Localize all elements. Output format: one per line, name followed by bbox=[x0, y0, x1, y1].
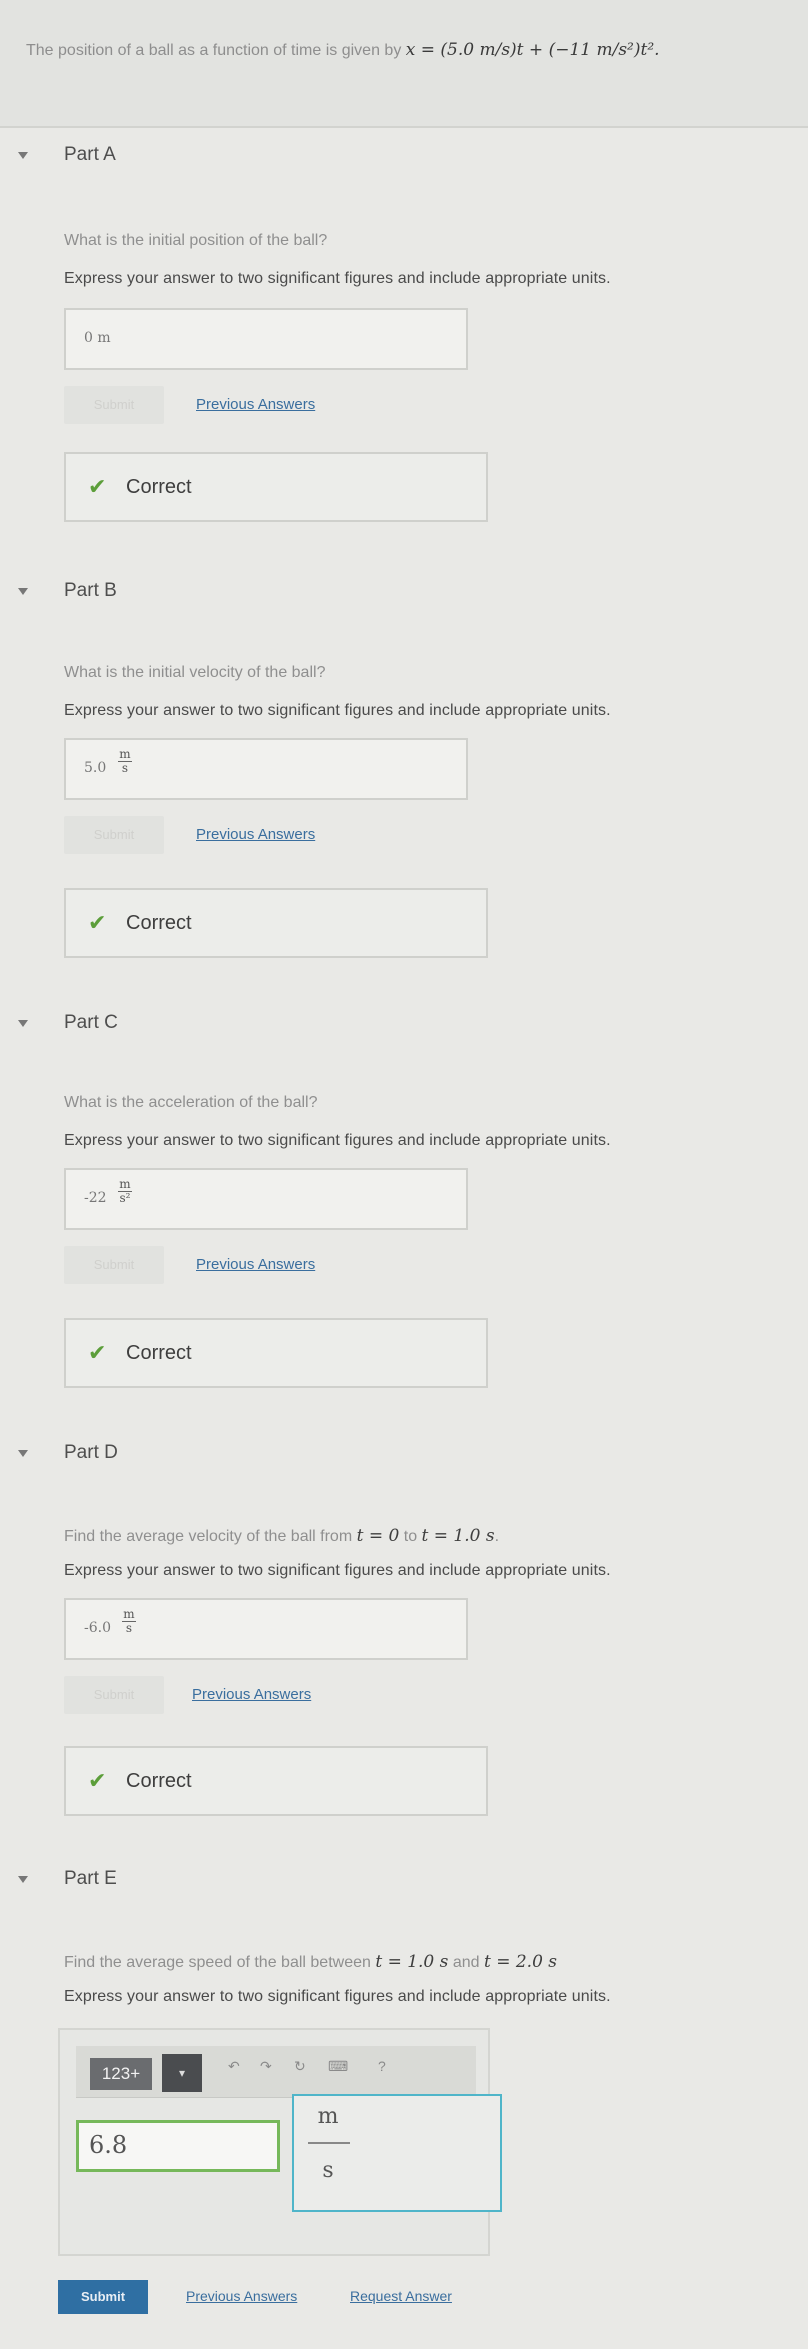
question-math: t = 2.0 s bbox=[483, 1952, 558, 1972]
instruction-text: Express your answer to two significant f… bbox=[64, 1988, 611, 2005]
instruction-text: Express your answer to two significant f… bbox=[64, 1132, 611, 1149]
part-title: Part A bbox=[64, 144, 116, 165]
submit-button[interactable]: Submit bbox=[64, 1246, 164, 1284]
question-text: What is the acceleration of the ball? bbox=[64, 1094, 318, 1111]
checkmark-icon: ✔ bbox=[88, 474, 107, 499]
answer-display: 5.0 m s bbox=[64, 738, 468, 800]
question-suffix: . bbox=[494, 1528, 500, 1545]
checkmark-icon: ✔ bbox=[88, 1768, 107, 1793]
previous-answers-link[interactable]: Previous Answers bbox=[186, 2288, 297, 2304]
units-input[interactable]: m s bbox=[292, 2094, 502, 2212]
redo-icon[interactable]: ↷ bbox=[260, 2058, 272, 2075]
feedback-correct: ✔ Correct bbox=[64, 1318, 488, 1388]
feedback-text: Correct bbox=[126, 1770, 192, 1792]
part-a-header[interactable]: Part A bbox=[0, 140, 808, 174]
answer-display: -22 m s² bbox=[64, 1168, 468, 1230]
feedback-text: Correct bbox=[126, 476, 192, 498]
keyboard-icon[interactable]: ⌨ bbox=[328, 2058, 348, 2075]
answer-value: 5.0 bbox=[84, 760, 107, 776]
question-prefix: Find the average velocity of the ball fr… bbox=[64, 1528, 357, 1545]
question-math: t = 1.0 s bbox=[375, 1952, 449, 1972]
reset-icon[interactable]: ↻ bbox=[294, 2058, 306, 2075]
question-math: t = 1.0 s bbox=[421, 1526, 495, 1546]
collapse-caret-icon[interactable] bbox=[18, 1450, 28, 1457]
answer-display: 0 m bbox=[64, 308, 468, 370]
unit-numerator: m bbox=[118, 747, 132, 762]
question-text: Find the average velocity of the ball fr… bbox=[64, 1526, 499, 1546]
feedback-text: Correct bbox=[126, 1342, 192, 1364]
problem-text: The position of a ball as a function of … bbox=[26, 42, 406, 59]
unit-numerator: m bbox=[118, 1177, 132, 1192]
answer-value: 0 m bbox=[84, 330, 111, 346]
unit-denominator: s² bbox=[119, 1191, 131, 1205]
help-icon[interactable]: ? bbox=[378, 2058, 386, 2074]
answer-value: -22 bbox=[84, 1190, 107, 1206]
feedback-correct: ✔ Correct bbox=[64, 1746, 488, 1816]
unit-denominator: s bbox=[125, 1621, 133, 1635]
part-title: Part B bbox=[64, 580, 117, 601]
part-c-header[interactable]: Part C bbox=[0, 1008, 808, 1042]
instruction-text: Express your answer to two significant f… bbox=[64, 1562, 611, 1579]
part-d-header[interactable]: Part D bbox=[0, 1438, 808, 1472]
request-answer-link[interactable]: Request Answer bbox=[350, 2288, 452, 2304]
submit-button[interactable]: Submit bbox=[64, 816, 164, 854]
checkmark-icon: ✔ bbox=[88, 1340, 107, 1365]
unit-numerator[interactable]: m bbox=[310, 2104, 346, 2129]
question-text: What is the initial velocity of the ball… bbox=[64, 664, 326, 681]
problem-statement: The position of a ball as a function of … bbox=[26, 40, 660, 60]
feedback-text: Correct bbox=[126, 912, 192, 934]
unit-denominator[interactable]: s bbox=[310, 2158, 346, 2183]
question-text: What is the initial position of the ball… bbox=[64, 232, 328, 249]
collapse-caret-icon[interactable] bbox=[18, 1876, 28, 1883]
collapse-caret-icon[interactable] bbox=[18, 152, 28, 159]
previous-answers-link[interactable]: Previous Answers bbox=[196, 396, 315, 413]
question-text: Find the average speed of the ball betwe… bbox=[64, 1952, 557, 1972]
problem-header: The position of a ball as a function of … bbox=[0, 0, 808, 128]
unit-denominator: s bbox=[121, 761, 129, 775]
fraction-bar bbox=[308, 2142, 350, 2144]
previous-answers-link[interactable]: Previous Answers bbox=[196, 1256, 315, 1273]
answer-input[interactable]: 6.8 bbox=[76, 2120, 280, 2172]
part-b-header[interactable]: Part B bbox=[0, 576, 808, 610]
answer-editor: 123+ ▾ ↶ ↷ ↻ ⌨ ? 6.8 m s bbox=[58, 2028, 502, 2256]
answer-value: -6.0 bbox=[84, 1620, 111, 1636]
question-prefix: Find the average speed of the ball betwe… bbox=[64, 1954, 376, 1971]
numeric-keypad-button[interactable]: 123+ bbox=[90, 2058, 152, 2090]
submit-button[interactable]: Submit bbox=[58, 2280, 148, 2314]
instruction-text: Express your answer to two significant f… bbox=[64, 702, 611, 719]
undo-icon[interactable]: ↶ bbox=[228, 2058, 240, 2075]
unit-fraction: m s² bbox=[118, 1178, 132, 1205]
part-title: Part E bbox=[64, 1868, 117, 1889]
answer-display: -6.0 m s bbox=[64, 1598, 468, 1660]
question-mid: to bbox=[399, 1528, 422, 1545]
feedback-correct: ✔ Correct bbox=[64, 888, 488, 958]
submit-button[interactable]: Submit bbox=[64, 386, 164, 424]
instruction-text: Express your answer to two significant f… bbox=[64, 270, 611, 287]
answer-unit: m bbox=[97, 330, 111, 346]
part-title: Part D bbox=[64, 1442, 118, 1463]
unit-numerator: m bbox=[122, 1607, 136, 1622]
part-title: Part C bbox=[64, 1012, 118, 1033]
math-toolbar: 123+ ▾ ↶ ↷ ↻ ⌨ ? bbox=[76, 2046, 476, 2098]
feedback-correct: ✔ Correct bbox=[64, 452, 488, 522]
problem-equation: x = (5.0 m/s)t + (−11 m/s²)t². bbox=[405, 40, 660, 60]
collapse-caret-icon[interactable] bbox=[18, 1020, 28, 1027]
collapse-caret-icon[interactable] bbox=[18, 588, 28, 595]
templates-button[interactable]: ▾ bbox=[162, 2054, 202, 2092]
answer-number: 0 bbox=[84, 330, 93, 346]
question-mid: and bbox=[448, 1954, 484, 1971]
checkmark-icon: ✔ bbox=[88, 910, 107, 935]
part-e-header[interactable]: Part E bbox=[0, 1864, 808, 1898]
previous-answers-link[interactable]: Previous Answers bbox=[196, 826, 315, 843]
submit-button[interactable]: Submit bbox=[64, 1676, 164, 1714]
previous-answers-link[interactable]: Previous Answers bbox=[192, 1686, 311, 1703]
unit-fraction: m s bbox=[118, 748, 132, 775]
question-math: t = 0 bbox=[356, 1526, 400, 1546]
unit-fraction: m s bbox=[122, 1608, 136, 1635]
